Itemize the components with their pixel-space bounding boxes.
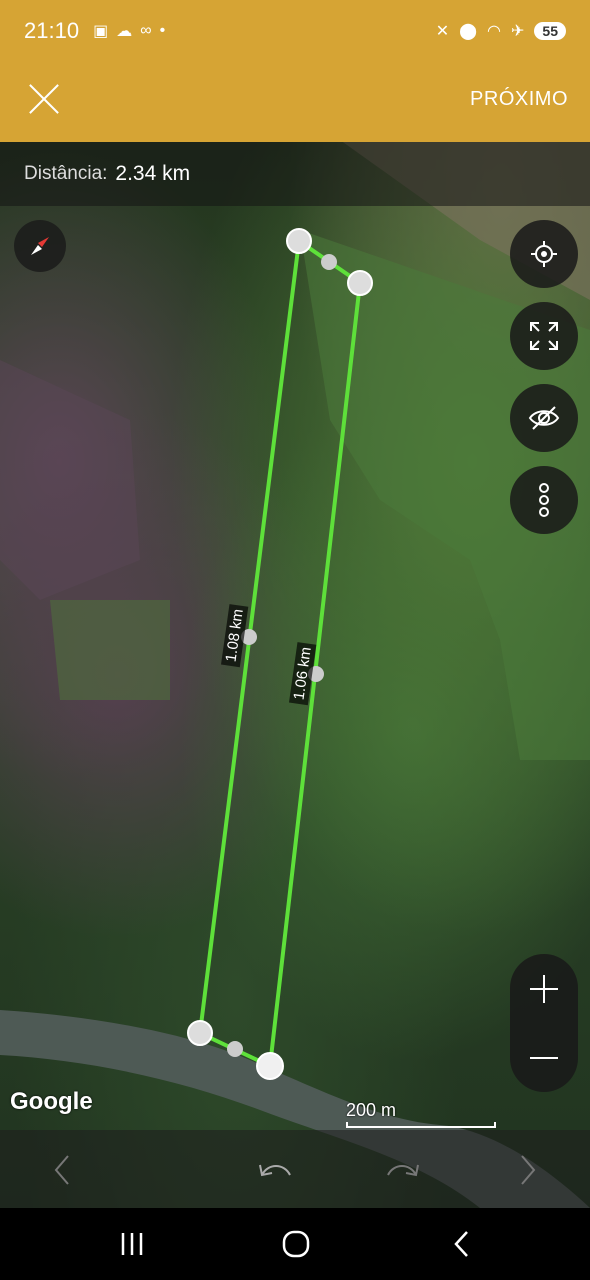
back-icon: [454, 1231, 468, 1257]
dot-icon: •: [159, 22, 166, 39]
system-nav-bar: [0, 1208, 590, 1280]
distance-bar: Distância: 2.34 km: [0, 142, 590, 206]
next-button[interactable]: PRÓXIMO: [470, 88, 568, 111]
redo-icon: [387, 1164, 419, 1177]
airplane-icon: ✈: [511, 23, 525, 40]
back-button[interactable]: [432, 1224, 492, 1264]
midpoint-handle[interactable]: [227, 1041, 243, 1057]
map-scale: 200 m: [346, 1100, 496, 1128]
undo-icon: [259, 1164, 291, 1177]
my-location-icon: [531, 241, 557, 267]
voicemail-icon: ∞: [140, 22, 152, 39]
zoom-out-icon: [530, 1056, 558, 1059]
visibility-toggle-button[interactable]: [510, 384, 578, 452]
status-left-icons: ▣ ☁ ∞ •: [93, 21, 165, 41]
vertex-handle[interactable]: [187, 1020, 213, 1046]
zoom-in-icon: [530, 974, 558, 1003]
cloud-icon: ☁: [116, 23, 133, 40]
screenshot-icon: ▣: [93, 23, 109, 40]
distance-value: 2.34 km: [115, 162, 191, 185]
redo-button[interactable]: [380, 1148, 424, 1192]
zoom-in-button[interactable]: [510, 954, 578, 1023]
distance-label: Distância:: [24, 163, 108, 184]
edit-toolbar: [0, 1130, 590, 1208]
compass-icon: [31, 237, 49, 255]
previous-button[interactable]: [40, 1148, 84, 1192]
more-options-icon: [539, 483, 549, 517]
status-bar: 21:10 ▣ ☁ ∞ • ✕ ⬤ ◠ ✈ 55: [0, 0, 590, 62]
my-location-button[interactable]: [510, 220, 578, 288]
prev-icon: [54, 1155, 69, 1185]
battery-indicator: 55: [534, 22, 566, 40]
vertex-handle[interactable]: [347, 270, 373, 296]
home-icon: [282, 1230, 310, 1258]
visibility-off-icon: [528, 406, 560, 430]
scale-label: 200 m: [346, 1100, 397, 1120]
zoom-out-button[interactable]: [510, 1023, 578, 1092]
google-attribution: Google: [10, 1088, 93, 1115]
status-right-icons: ✕ ⬤ ◠ ✈ 55: [436, 21, 566, 41]
fullscreen-button[interactable]: [510, 302, 578, 370]
location-icon: ⬤: [459, 23, 478, 40]
home-button[interactable]: [266, 1224, 326, 1264]
midpoint-handle[interactable]: [321, 254, 337, 270]
mute-icon: ✕: [435, 23, 450, 40]
recent-apps-button[interactable]: [102, 1224, 162, 1264]
compass-button[interactable]: [14, 220, 66, 272]
more-options-button[interactable]: [510, 466, 578, 534]
app-header: PRÓXIMO: [0, 56, 590, 142]
vertex-handle[interactable]: [286, 228, 312, 254]
next-step-button[interactable]: [506, 1148, 550, 1192]
pasture: [50, 600, 170, 700]
status-time: 21:10: [24, 18, 80, 43]
undo-button[interactable]: [254, 1148, 298, 1192]
close-button[interactable]: [22, 77, 66, 121]
purple-field: [0, 360, 140, 600]
vertex-handle[interactable]: [256, 1052, 284, 1080]
next-icon: [521, 1155, 536, 1185]
scale-bar: [346, 1122, 496, 1128]
wifi-icon: ◠: [487, 23, 502, 40]
fullscreen-icon: [530, 322, 558, 350]
zoom-controls: [510, 954, 578, 1092]
recent-apps-icon: [121, 1233, 143, 1255]
